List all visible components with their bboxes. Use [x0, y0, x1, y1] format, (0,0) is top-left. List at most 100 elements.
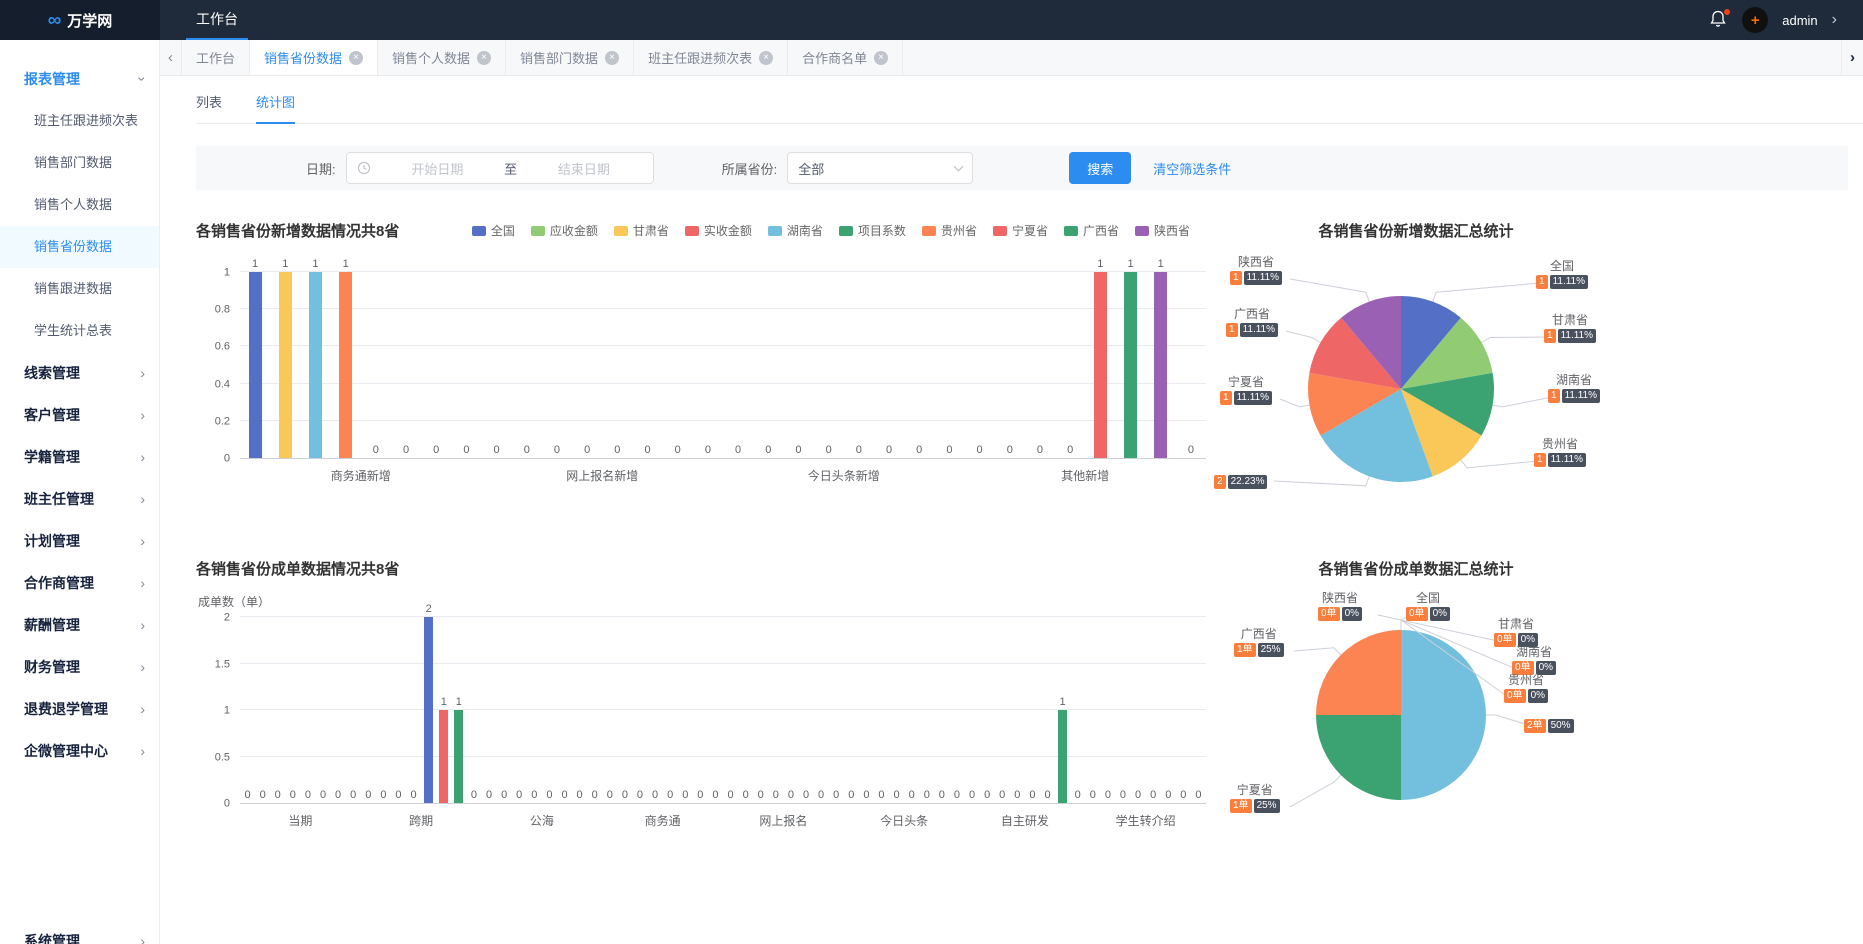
sidebar-group[interactable]: 计划管理› [0, 520, 159, 562]
start-date-input[interactable]: 开始日期 [379, 159, 497, 178]
legend-item[interactable]: 陕西省 [1135, 222, 1190, 239]
legend-item[interactable]: 实收金额 [685, 222, 752, 239]
zero-value-label: 0 [788, 790, 794, 801]
pie-label-name: 湖南省 [1548, 373, 1600, 387]
pie-label-name: 宁夏省 [1230, 783, 1280, 797]
zero-value-label: 0 [848, 790, 854, 801]
close-icon[interactable]: × [605, 51, 619, 65]
sidebar-item[interactable]: 学生统计总表 [0, 310, 159, 352]
zero-value-label: 0 [939, 790, 945, 801]
legend-item[interactable]: 全国 [472, 222, 515, 239]
close-icon[interactable]: × [874, 51, 888, 65]
pie-percent-badge: 11.11% [1558, 329, 1596, 343]
zero-value-label: 0 [554, 445, 560, 456]
bar[interactable] [424, 617, 433, 803]
sidebar-group-label: 系统管理 [24, 920, 80, 944]
sidebar-item[interactable]: 销售部门数据 [0, 142, 159, 184]
chevron-right-icon: › [140, 688, 145, 730]
legend-item[interactable]: 广西省 [1064, 222, 1119, 239]
tab[interactable]: 工作台 [182, 40, 250, 75]
legend-swatch [531, 226, 545, 236]
zero-value-label: 0 [705, 445, 711, 456]
legend-item[interactable]: 应收金额 [531, 222, 598, 239]
sidebar-group[interactable]: 薪酬管理› [0, 604, 159, 646]
pie-label-name: 湖南省 [1512, 645, 1556, 659]
bar-value-label: 1 [1060, 697, 1066, 708]
bar-group: 00000000 [240, 618, 361, 803]
bar[interactable] [439, 710, 448, 803]
bar[interactable] [1094, 272, 1107, 458]
sidebar-group[interactable]: 财务管理› [0, 646, 159, 688]
legend-item[interactable]: 湖南省 [768, 222, 823, 239]
bar[interactable] [1154, 272, 1167, 458]
legend-swatch [839, 226, 853, 236]
clear-filters-link[interactable]: 清空筛选条件 [1153, 159, 1231, 178]
sidebar-group[interactable]: 学籍管理› [0, 436, 159, 478]
zero-value-label: 0 [863, 790, 869, 801]
close-icon[interactable]: × [477, 51, 491, 65]
bar[interactable] [454, 710, 463, 803]
page-content: 列表统计图 日期: 开始日期 至 结束日期 所属省份: 全部 搜索 清空筛选条件 [160, 76, 1863, 944]
pie-percent-badge: 11.11% [1562, 389, 1600, 403]
province-select[interactable]: 全部 [787, 152, 973, 184]
zero-value-label: 0 [803, 790, 809, 801]
zero-value-label: 0 [894, 790, 900, 801]
tab[interactable]: 销售部门数据× [506, 40, 634, 75]
bar[interactable] [309, 272, 322, 458]
sidebar-group[interactable]: 企微管理中心› [0, 730, 159, 772]
sidebar-group[interactable]: 退费退学管理› [0, 688, 159, 730]
sidebar-group[interactable]: 班主任管理› [0, 478, 159, 520]
bar[interactable] [279, 272, 292, 458]
pie-label: 贵州省111.11% [1534, 437, 1586, 467]
zero-value-label: 0 [592, 790, 598, 801]
pie-slice[interactable] [1316, 715, 1401, 800]
pie-value-badge: 0单 [1318, 607, 1340, 621]
date-range-input[interactable]: 开始日期 至 结束日期 [346, 152, 654, 184]
legend-item[interactable]: 甘肃省 [614, 222, 669, 239]
sidebar-group[interactable]: 线索管理› [0, 352, 159, 394]
sidebar-group[interactable]: 系统管理› [0, 920, 159, 944]
bar-group: 00002110 [361, 618, 482, 803]
search-button[interactable]: 搜索 [1069, 152, 1131, 184]
zero-value-label: 0 [795, 445, 801, 456]
bar[interactable] [339, 272, 352, 458]
zero-value-label: 0 [773, 790, 779, 801]
legend-item[interactable]: 贵州省 [922, 222, 977, 239]
sidebar-item[interactable]: 销售跟进数据 [0, 268, 159, 310]
chevron-right-icon[interactable]: › [1832, 11, 1837, 29]
legend-item[interactable]: 项目系数 [839, 222, 906, 239]
bar[interactable] [1058, 710, 1067, 803]
pie-slice[interactable] [1401, 630, 1486, 800]
close-icon[interactable]: × [349, 51, 363, 65]
tab-scroll-right-icon[interactable]: › [1841, 40, 1863, 75]
avatar[interactable]: + [1742, 7, 1768, 33]
x-category-label: 商务通新增 [240, 467, 482, 484]
zero-value-label: 0 [607, 790, 613, 801]
zero-value-label: 0 [463, 445, 469, 456]
bar[interactable] [1124, 272, 1137, 458]
sidebar-group[interactable]: 客户管理› [0, 394, 159, 436]
app-logo[interactable]: ∞ 万学网 [0, 0, 160, 40]
legend-item[interactable]: 宁夏省 [993, 222, 1048, 239]
end-date-input[interactable]: 结束日期 [525, 159, 643, 178]
bar[interactable] [249, 272, 262, 458]
close-icon[interactable]: × [759, 51, 773, 65]
sidebar-group[interactable]: 报表管理› [0, 58, 159, 100]
tab[interactable]: 合作商名单× [788, 40, 903, 75]
sidebar-item[interactable]: 销售省份数据 [0, 226, 159, 268]
sidebar-item[interactable]: 班主任跟进频次表 [0, 100, 159, 142]
pie-label: 全国111.11% [1536, 259, 1588, 289]
subtab-item[interactable]: 列表 [196, 92, 222, 123]
sidebar-group[interactable]: 合作商管理› [0, 562, 159, 604]
subtab-active[interactable]: 统计图 [256, 92, 295, 123]
tab[interactable]: 销售省份数据× [250, 40, 378, 75]
zero-value-label: 0 [916, 445, 922, 456]
zero-value-label: 0 [924, 790, 930, 801]
nav-workbench[interactable]: 工作台 [186, 0, 248, 40]
sidebar-item[interactable]: 销售个人数据 [0, 184, 159, 226]
tab[interactable]: 班主任跟进频次表× [634, 40, 788, 75]
pie-slice[interactable] [1316, 630, 1401, 715]
tab-scroll-left-icon[interactable]: ‹ [160, 40, 182, 75]
notification-bell-icon[interactable] [1710, 10, 1728, 30]
tab[interactable]: 销售个人数据× [378, 40, 506, 75]
